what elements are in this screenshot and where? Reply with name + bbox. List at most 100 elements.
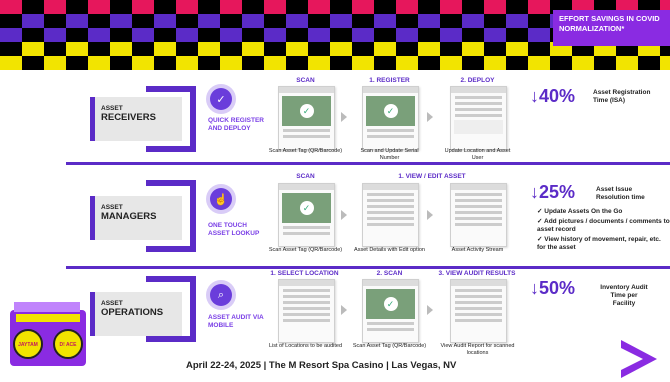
checker-cell (286, 28, 308, 42)
checker-cell (264, 0, 286, 14)
arrow-icon (427, 112, 433, 122)
bracket-decoration (146, 86, 196, 152)
checker-cell (110, 42, 132, 56)
chevron-right-logo (621, 340, 657, 378)
checker-cell (132, 42, 154, 56)
checker-cell (484, 14, 506, 28)
checker-cell (330, 28, 352, 42)
checker-cell (220, 0, 242, 14)
checker-cell (550, 56, 572, 70)
checker-cell (88, 56, 110, 70)
checker-cell (352, 28, 374, 42)
bracket-decoration (146, 276, 196, 342)
checker-cell (66, 14, 88, 28)
search-icon: ⌕ (210, 284, 232, 306)
checker-cell (88, 14, 110, 28)
checker-cell (264, 42, 286, 56)
checker-cell (374, 0, 396, 14)
screenshot-audit-results (450, 279, 507, 343)
checker-cell (220, 42, 242, 56)
checker-cell (242, 0, 264, 14)
clock-check-icon: ✓ (210, 88, 232, 110)
checker-cell (528, 28, 550, 42)
checker-cell (440, 42, 462, 56)
touch-icon: ☝ (210, 188, 232, 210)
checker-cell (44, 0, 66, 14)
checker-cell (242, 28, 264, 42)
checker-cell (44, 28, 66, 42)
checker-cell (66, 0, 88, 14)
checker-cell (396, 0, 418, 14)
feature-label: ONE TOUCH ASSET LOOKUP (208, 222, 260, 237)
checker-cell (132, 0, 154, 14)
checker-cell (396, 42, 418, 56)
step-title: 3. VIEW AUDIT RESULTS (438, 270, 516, 277)
checker-cell (88, 0, 110, 14)
checker-cell (484, 28, 506, 42)
step-caption: Update Location and Asset User (444, 148, 511, 161)
checker-cell (286, 14, 308, 28)
checker-cell (22, 14, 44, 28)
benefit-item: ✓ View history of movement, repair, etc.… (537, 236, 661, 251)
screenshot-select-location (278, 279, 335, 343)
checker-cell (264, 14, 286, 28)
checker-cell (484, 56, 506, 70)
checker-cell (198, 42, 220, 56)
checker-cell (264, 28, 286, 42)
benefit-text: Add pictures / documents / comments to a… (537, 218, 670, 233)
arrow-icon (427, 305, 433, 315)
step-caption: View Audit Report for scanned locations (440, 343, 515, 356)
checker-cell (0, 56, 22, 70)
checker-cell (264, 56, 286, 70)
checker-cell (220, 56, 242, 70)
checker-cell (374, 42, 396, 56)
arrow-icon (427, 210, 433, 220)
checker-cell (0, 0, 22, 14)
screenshot-view-edit (362, 183, 419, 247)
checker-cell (440, 14, 462, 28)
checker-cell (22, 56, 44, 70)
checker-cell (528, 0, 550, 14)
step-title: 1. VIEW / EDIT ASSET (398, 173, 466, 180)
checker-cell (352, 42, 374, 56)
checker-cell (198, 14, 220, 28)
checker-cell (308, 42, 330, 56)
checker-cell (462, 56, 484, 70)
checker-cell (396, 56, 418, 70)
checker-cell (22, 28, 44, 42)
checker-cell (88, 42, 110, 56)
checker-cell (418, 28, 440, 42)
screenshot-register: ✓ (362, 86, 419, 150)
benefit-text: Update Assets On the Go (544, 208, 623, 215)
checker-cell (418, 42, 440, 56)
checker-cell (330, 56, 352, 70)
checker-cell (286, 42, 308, 56)
percent-description: Asset Registration Time (ISA) (593, 89, 651, 104)
checker-cell (462, 42, 484, 56)
step-caption: Scan Asset Tag (QR/Barcode) (268, 247, 343, 253)
checker-cell (352, 14, 374, 28)
percent-description: Asset Issue Resolution time (596, 186, 645, 201)
checker-cell (286, 0, 308, 14)
checker-cell (66, 28, 88, 42)
checker-cell (418, 14, 440, 28)
step-title: SCAN (296, 77, 315, 84)
event-footer: April 22-24, 2025 | The M Resort Spa Cas… (186, 360, 457, 371)
checker-cell (396, 28, 418, 42)
checker-cell (572, 56, 594, 70)
percent-savings: ↓25% (530, 182, 576, 202)
checker-cell (308, 56, 330, 70)
checker-cell (418, 56, 440, 70)
percent-value: 25% (539, 182, 576, 202)
step-caption: Scan and Update Serial Number (360, 148, 419, 161)
effort-savings-banner: EFFORT SAVINGS IN COVID NORMALIZATION* (553, 10, 670, 46)
step-caption: Asset Activity Stream (451, 247, 504, 253)
checker-cell (616, 56, 638, 70)
checker-cell (154, 42, 176, 56)
checker-cell (660, 56, 670, 70)
percent-value: 50% (539, 278, 576, 298)
checker-cell (22, 42, 44, 56)
arrow-icon (341, 112, 347, 122)
screenshot-audit-scan: ✓ (362, 279, 419, 343)
step-title: SCAN (296, 173, 315, 180)
